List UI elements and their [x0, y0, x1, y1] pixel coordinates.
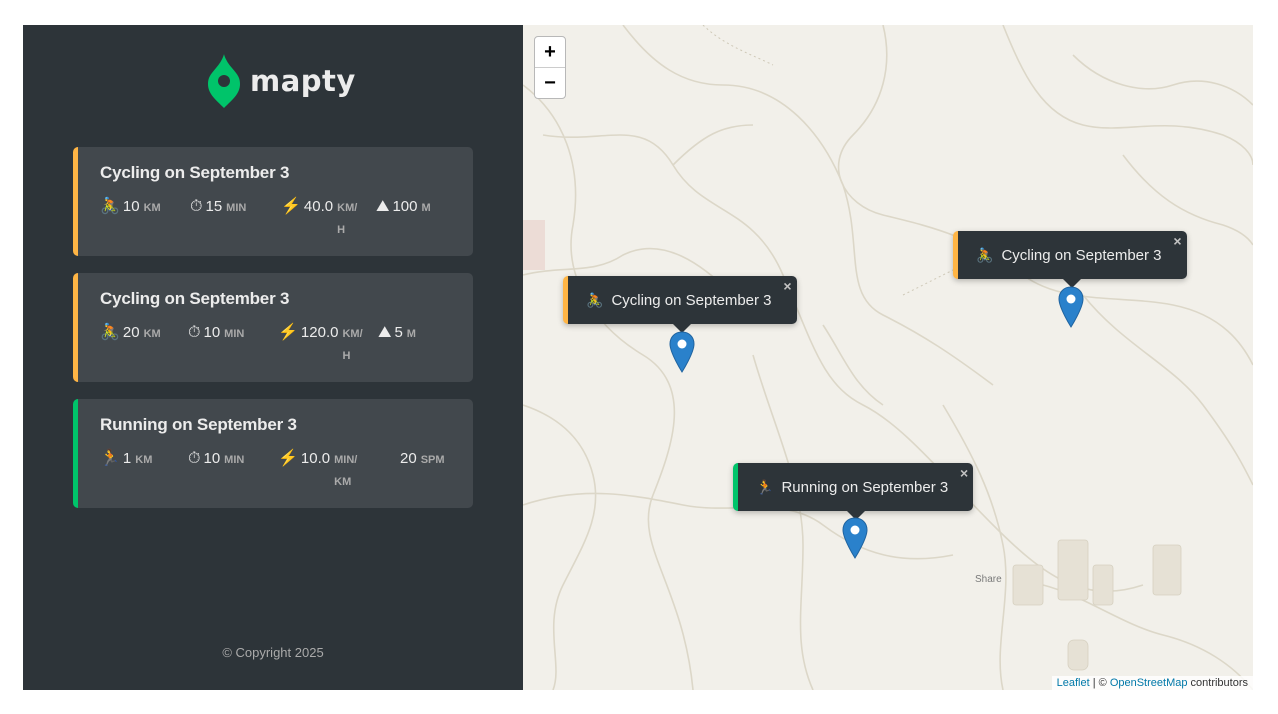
sidebar: mapty Cycling on September 3 🚴 10 KM ⏱ 1… — [23, 25, 523, 690]
workout-item[interactable]: Running on September 3 🏃 1 KM ⏱ 10 MIN ⚡ — [73, 399, 473, 508]
lightning-icon: ⚡ — [278, 450, 298, 467]
popup-label: Running on September 3 — [781, 478, 949, 496]
close-icon[interactable]: × — [1173, 233, 1181, 249]
workout-popup[interactable]: 🚴 Cycling on September 3 × — [563, 276, 797, 333]
workout-duration: ⏱ 10 MIN — [188, 324, 245, 341]
map-attribution: Leaflet | © OpenStreetMap contributors — [1051, 676, 1253, 690]
popup-label: Cycling on September 3 — [1001, 246, 1162, 264]
lightning-icon: ⚡ — [281, 198, 301, 215]
workout-title: Running on September 3 — [100, 415, 297, 434]
stopwatch-icon: ⏱ — [188, 450, 201, 467]
workout-pace: ⚡ 10.0 MIN/KM — [278, 450, 358, 488]
runner-icon: 🏃 — [100, 450, 120, 467]
osm-link[interactable]: OpenStreetMap — [1110, 677, 1188, 689]
app: mapty Cycling on September 3 🚴 10 KM ⏱ 1… — [23, 25, 1253, 690]
workout-title: Cycling on September 3 — [100, 163, 290, 182]
workout-distance: 🏃 1 KM — [100, 450, 153, 467]
map-marker-icon[interactable] — [669, 331, 695, 373]
zoom-in-button[interactable]: + — [535, 37, 565, 67]
workout-speed: ⚡ 120.0 KM/H — [278, 324, 363, 362]
workout-speed: ⚡ 40.0 KM/H — [281, 198, 358, 236]
workout-distance: 🚴 20 KM — [100, 324, 161, 341]
logo-text: mapty — [250, 64, 356, 98]
bicycle-icon: 🚴 — [100, 198, 120, 215]
zoom-out-button[interactable]: − — [535, 67, 565, 98]
workout-elevation: ⛰ 5 M — [378, 324, 416, 341]
bicycle-icon: 🚴 — [586, 291, 604, 308]
stopwatch-icon: ⏱ — [188, 324, 201, 341]
location-pin-icon — [208, 54, 240, 108]
logo: mapty — [208, 54, 356, 108]
close-icon[interactable]: × — [783, 278, 791, 294]
copyright: © Copyright 2025 — [222, 645, 324, 660]
mountain-icon: ⛰ — [376, 198, 390, 215]
workout-cadence: 20 SPM — [400, 450, 445, 467]
map-marker-icon[interactable] — [1058, 286, 1084, 328]
workout-popup[interactable]: 🏃 Running on September 3 × — [733, 463, 974, 520]
runner-icon: 🏃 — [756, 478, 774, 495]
leaflet-link[interactable]: Leaflet — [1057, 677, 1090, 689]
workout-distance: 🚴 10 KM — [100, 198, 161, 215]
popup-label: Cycling on September 3 — [611, 291, 772, 309]
map-tiles — [523, 25, 1253, 690]
workout-duration: ⏱ 10 MIN — [188, 450, 245, 467]
lightning-icon: ⚡ — [278, 324, 298, 341]
stopwatch-icon: ⏱ — [190, 198, 203, 215]
zoom-control: + − — [534, 36, 566, 99]
workout-popup[interactable]: 🚴 Cycling on September 3 × — [953, 231, 1187, 288]
bicycle-icon: 🚴 — [976, 246, 994, 263]
mountain-icon: ⛰ — [378, 324, 392, 341]
map-marker-icon[interactable] — [842, 517, 868, 559]
workout-title: Cycling on September 3 — [100, 289, 290, 308]
map[interactable]: + − 🚴 Cycling on September 3 × 🚴 Cycling… — [523, 25, 1253, 690]
bicycle-icon: 🚴 — [100, 324, 120, 341]
map-place-label: Share — [975, 574, 1002, 585]
workout-list: Cycling on September 3 🚴 10 KM ⏱ 15 MIN … — [73, 147, 473, 525]
close-icon[interactable]: × — [960, 465, 968, 481]
workout-item[interactable]: Cycling on September 3 🚴 20 KM ⏱ 10 MIN … — [73, 273, 473, 382]
workout-elevation: ⛰ 100 M — [376, 198, 431, 215]
workout-item[interactable]: Cycling on September 3 🚴 10 KM ⏱ 15 MIN … — [73, 147, 473, 256]
workout-duration: ⏱ 15 MIN — [190, 198, 247, 215]
